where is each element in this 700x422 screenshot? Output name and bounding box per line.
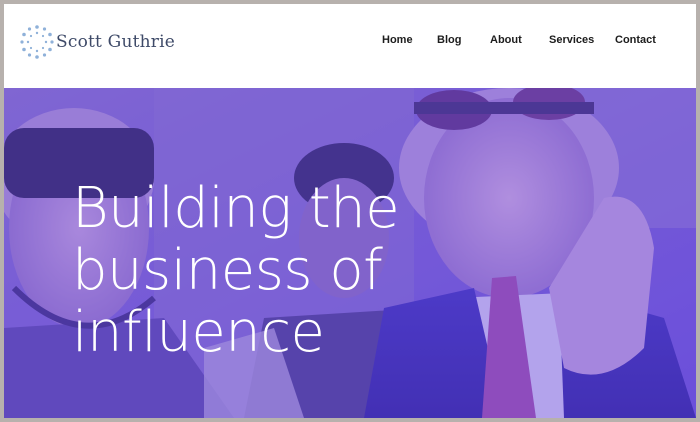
nav-item-home[interactable]: Home <box>382 34 413 46</box>
browser-frame: Scott Guthrie Home Blog About Services C… <box>4 4 696 418</box>
hero-title-line-3: influence <box>72 300 325 365</box>
hero-title: Building the business of influence <box>72 178 532 364</box>
main-nav: Home Blog About Services Contact <box>4 4 696 88</box>
nav-item-services[interactable]: Services <box>549 34 594 46</box>
nav-item-contact[interactable]: Contact <box>615 34 656 46</box>
nav-item-blog[interactable]: Blog <box>437 34 461 46</box>
hero-title-line-1: Building the <box>72 176 400 241</box>
hero-section: Building the business of influence <box>4 88 696 418</box>
site-header: Scott Guthrie Home Blog About Services C… <box>4 4 696 88</box>
nav-item-about[interactable]: About <box>490 34 522 46</box>
hero-title-line-2: business of <box>72 238 383 303</box>
